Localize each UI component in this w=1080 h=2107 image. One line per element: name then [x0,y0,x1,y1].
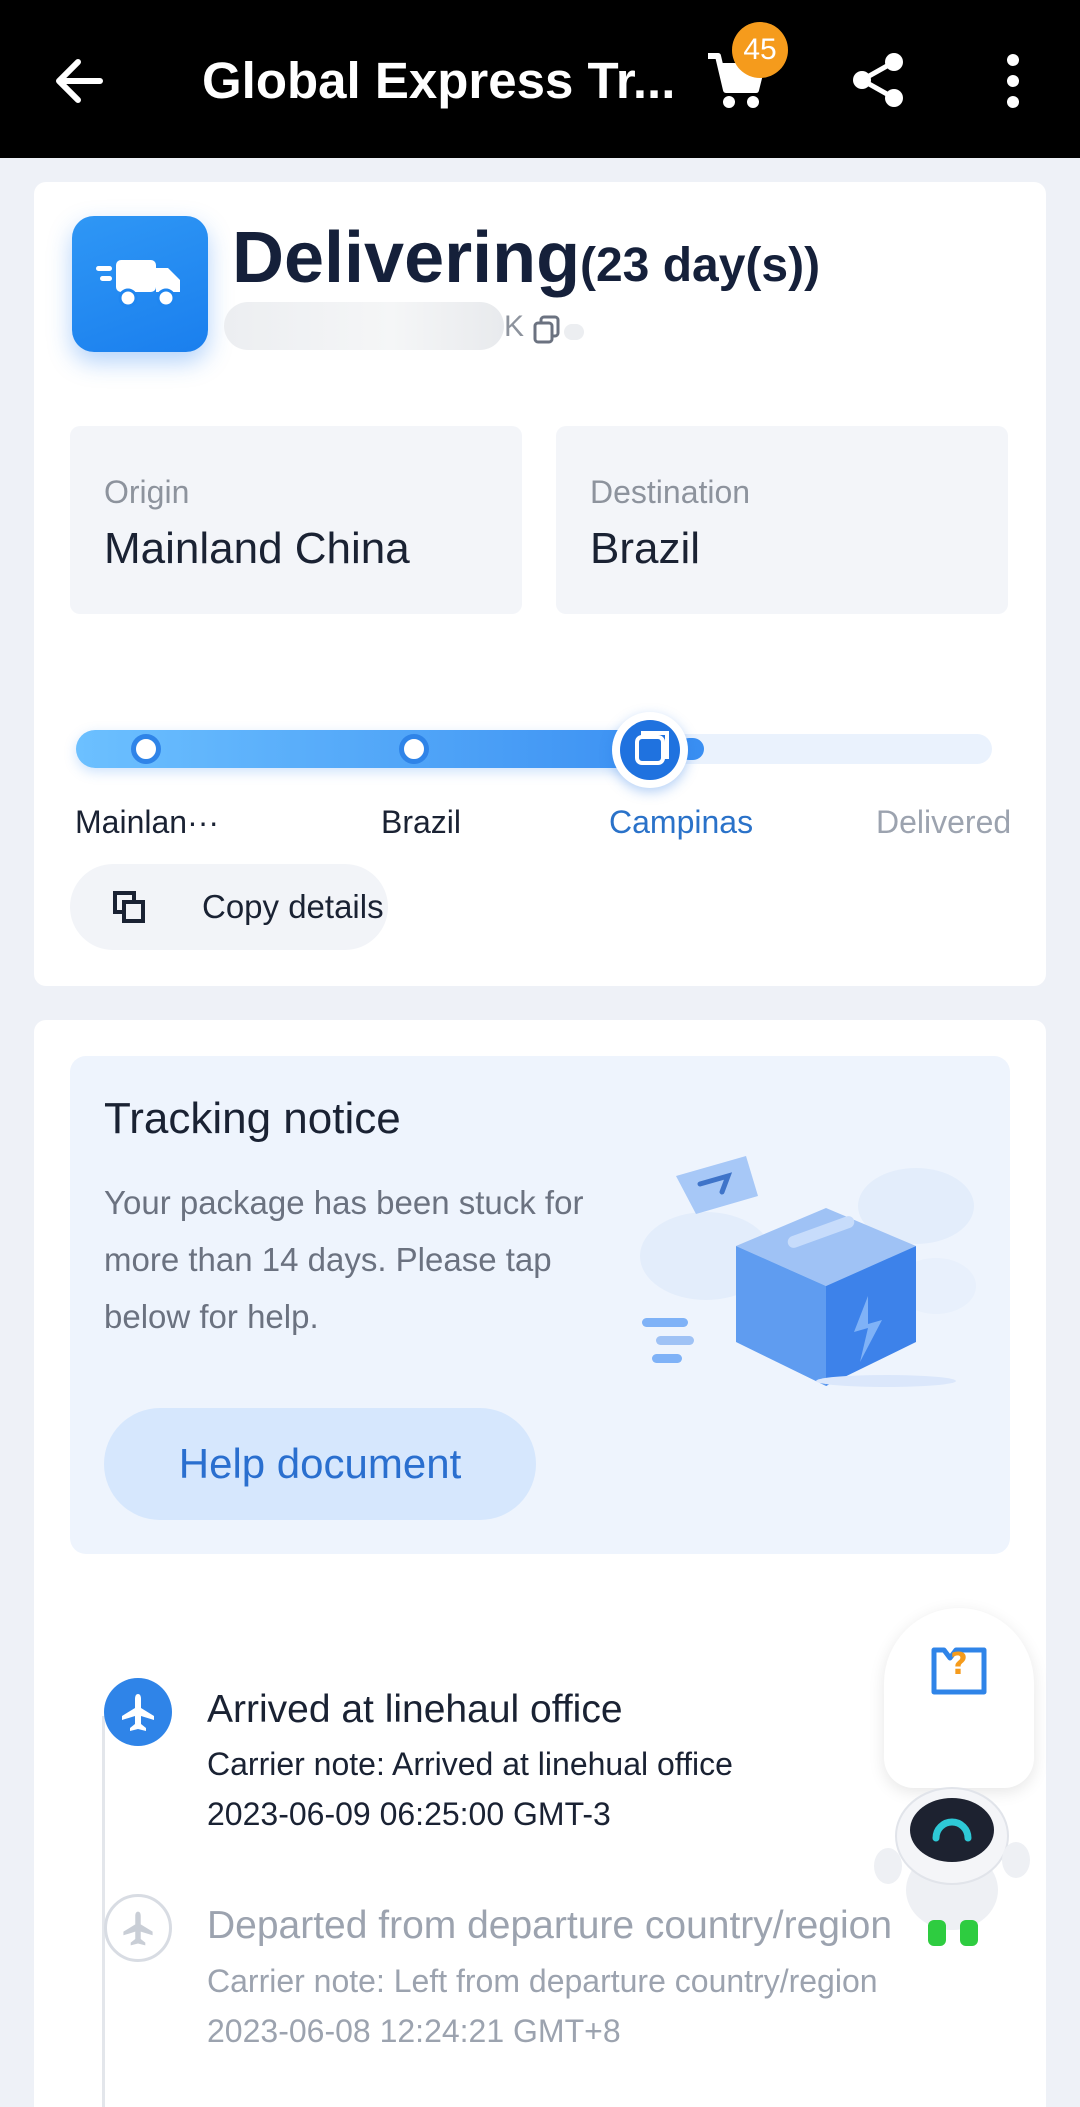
delivery-truck-tile [72,216,208,352]
notice-title: Tracking notice [104,1094,401,1143]
progress-fill [76,730,680,768]
package-icon [635,731,669,765]
origin-value: Mainland China [104,524,410,573]
svg-text:?: ? [950,1647,967,1682]
delivery-status: Delivering [232,218,581,298]
top-app-bar: Global Express Tr... 45 [0,0,1080,158]
more-vertical-icon[interactable] [992,50,1034,112]
help-document-button[interactable]: Help document [104,1408,536,1520]
step-label-origin: Mainlan··· [75,804,220,840]
package-illustration [640,1156,976,1387]
arrow-left-icon[interactable] [48,50,110,112]
redaction-mark [564,324,584,340]
cart-count-badge: 45 [732,22,788,78]
step-label-delivered: Delivered [876,804,1012,840]
timeline-event-2-note: Carrier note: Left from departure countr… [207,1963,878,1999]
copy-icon[interactable] [532,314,562,344]
timeline-event-1-note: Carrier note: Arrived at linehual office [207,1746,733,1782]
step-current-marker [612,712,688,788]
step-label-country: Brazil [381,804,462,840]
step-label-current: Campinas [609,804,754,840]
origin-label: Origin [104,474,190,510]
destination-box: Destination Brazil [556,426,1008,614]
origin-box: Origin Mainland China [70,426,522,614]
destination-value: Brazil [590,524,701,573]
timeline-event-1-time: 2023-06-09 06:25:00 GMT-3 [207,1796,611,1832]
tracking-notice: Tracking notice Your package has been st… [70,1056,1010,1554]
question-chat-icon: ? [931,1647,987,1695]
timeline-event-1-icon [104,1678,172,1746]
airplane-icon [123,1911,153,1946]
airplane-icon [122,1694,154,1731]
copy-details-label: Copy details [202,888,384,925]
tracking-number-suffix: K [504,310,525,343]
timeline-line [102,1716,105,2107]
timeline-event-2-time: 2023-06-08 12:24:21 GMT+8 [207,2013,621,2049]
assistant-robot-icon[interactable] [860,1770,1040,1950]
shipment-summary-card: Delivering (23 day(s)) K Origin Mainland… [34,182,1046,986]
timeline-event-1-title: Arrived at linehaul office [207,1688,623,1731]
step-dot-country [399,734,429,764]
page-title: Global Express Tr... [202,52,676,109]
transit-duration: (23 day(s)) [580,239,821,292]
tracking-number-redacted [224,302,504,350]
timeline-event-2-icon [104,1894,172,1962]
notice-body: Your package has been stuck for more tha… [104,1184,584,1335]
step-dot-origin [131,734,161,764]
floating-help-button[interactable]: ? [884,1608,1034,1788]
destination-label: Destination [590,474,751,510]
share-icon[interactable] [848,50,908,110]
timeline-event-2-title: Departed from departure country/region [207,1904,893,1947]
truck-icon [96,260,180,308]
copy-details-button[interactable]: Copy details [70,864,388,950]
copy-icon [113,891,145,923]
